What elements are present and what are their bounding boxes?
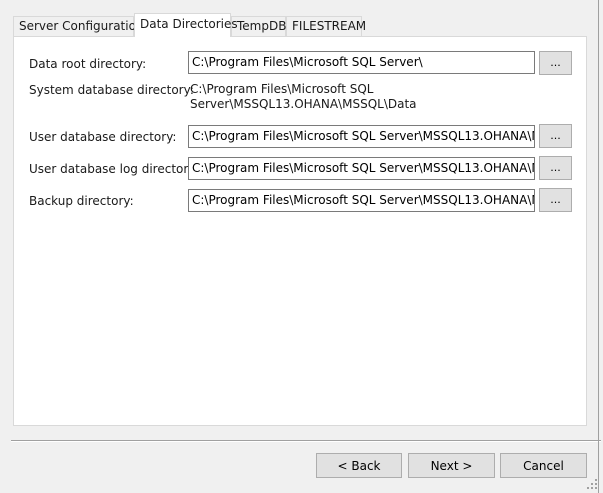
data-directories-panel: Data root directory: C:\Program Files\Mi… bbox=[13, 36, 587, 426]
user-database-directory-label: User database directory: bbox=[29, 130, 177, 144]
user-database-log-directory-input[interactable]: C:\Program Files\Microsoft SQL Server\MS… bbox=[188, 157, 535, 180]
back-button[interactable]: < Back bbox=[316, 453, 402, 478]
backup-directory-input[interactable]: C:\Program Files\Microsoft SQL Server\MS… bbox=[188, 189, 535, 212]
system-database-directory-value-line1: C:\Program Files\Microsoft SQL bbox=[190, 82, 374, 96]
cancel-button[interactable]: Cancel bbox=[500, 453, 587, 478]
tab-tempdb[interactable]: TempDB bbox=[231, 16, 286, 36]
data-root-directory-input[interactable]: C:\Program Files\Microsoft SQL Server\ bbox=[188, 51, 535, 74]
setup-wizard-window: Server Configuration Data Directories Te… bbox=[0, 0, 603, 493]
user-database-directory-browse-button[interactable]: ... bbox=[539, 124, 572, 148]
tab-filestream[interactable]: FILESTREAM bbox=[286, 16, 366, 36]
footer-separator-highlight bbox=[11, 441, 601, 442]
backup-directory-browse-button[interactable]: ... bbox=[539, 188, 572, 212]
system-database-directory-label: System database directory: bbox=[29, 83, 194, 97]
system-database-directory-value: C:\Program Files\Microsoft SQL Server\MS… bbox=[190, 82, 417, 112]
next-button[interactable]: Next > bbox=[408, 453, 495, 478]
tab-data-directories[interactable]: Data Directories bbox=[134, 13, 238, 37]
backup-directory-label: Backup directory: bbox=[29, 194, 134, 208]
window-right-border bbox=[598, 0, 599, 493]
user-database-directory-input[interactable]: C:\Program Files\Microsoft SQL Server\MS… bbox=[188, 125, 535, 148]
system-database-directory-value-line2: Server\MSSQL13.OHANA\MSSQL\Data bbox=[190, 97, 417, 111]
user-database-log-directory-label: User database log directory: bbox=[29, 162, 199, 176]
resize-grip-icon[interactable] bbox=[587, 479, 597, 489]
tab-server-configuration[interactable]: Server Configuration bbox=[13, 16, 144, 36]
data-root-directory-browse-button[interactable]: ... bbox=[539, 51, 572, 75]
user-database-log-directory-browse-button[interactable]: ... bbox=[539, 156, 572, 180]
data-root-directory-label: Data root directory: bbox=[29, 57, 147, 71]
